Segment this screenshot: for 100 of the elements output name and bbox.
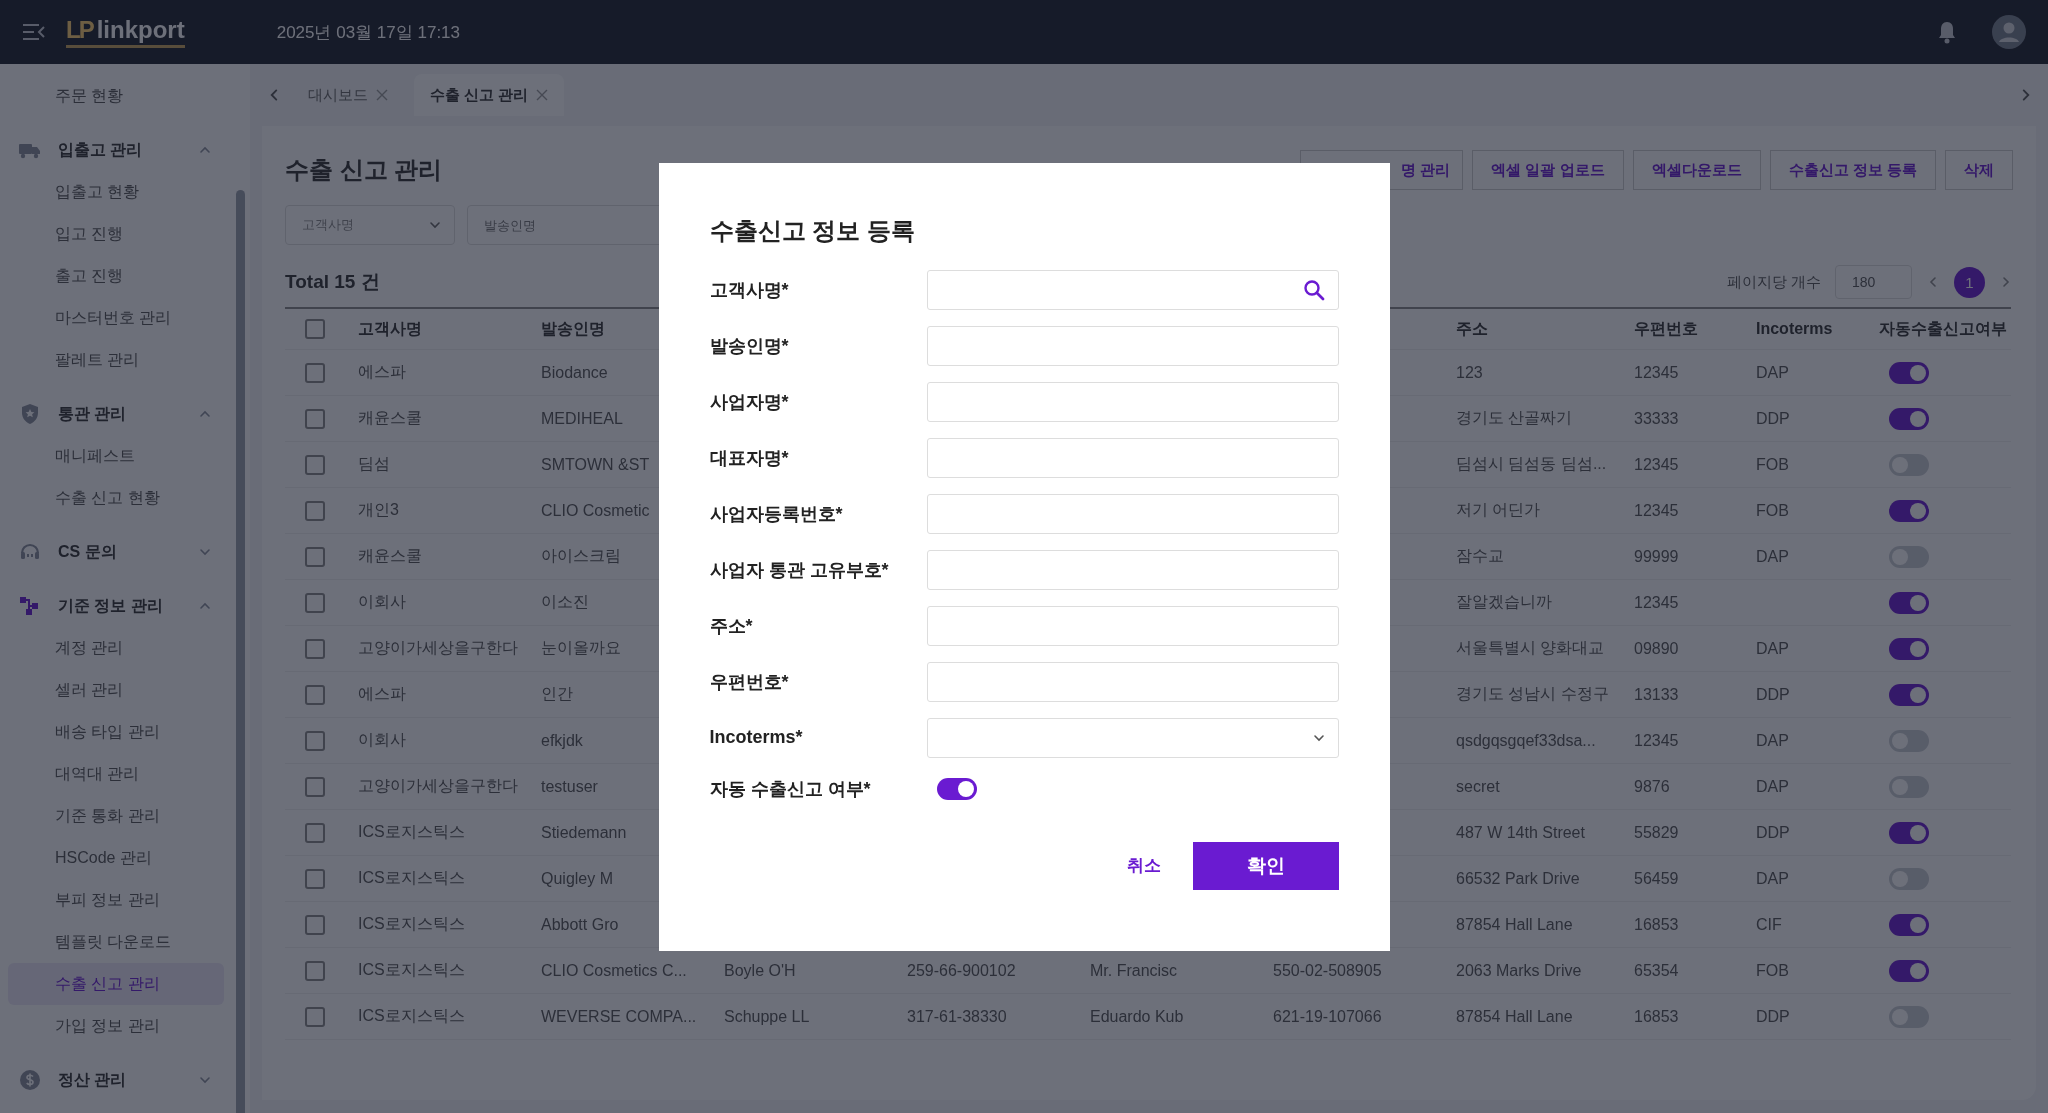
table-cell: 서울특별시 양화대교 [1456, 639, 1605, 656]
table-cell: 12345 [1634, 363, 1679, 381]
table-cell: 66532 Park Drive [1456, 869, 1580, 887]
table-cell: 고양이가세상을구한다 [358, 639, 518, 656]
logo-text: linkport [96, 16, 185, 44]
table-cell: 경기도 성남시 수정구 [1456, 685, 1609, 702]
table-cell: 에스파 [358, 363, 406, 380]
column-header: 주소 [1456, 319, 1488, 337]
table-cell: ICS로지스틱스 [358, 961, 465, 978]
table-cell: 487 W 14th Street [1456, 823, 1585, 841]
field-label: 주소* [709, 614, 754, 638]
table-cell: DDP [1756, 685, 1790, 703]
table-cell: DAP [1756, 639, 1789, 657]
table-cell: 550-02-508905 [1273, 961, 1382, 979]
table-cell: Biodance [541, 363, 608, 381]
logo-mark: LP [66, 16, 93, 44]
table-cell: 2063 Marks Drive [1456, 961, 1582, 979]
field-label: 우편번호* [709, 670, 790, 694]
table-cell: Schuppe LL [724, 1007, 810, 1025]
field-label: 고객사명* [709, 278, 790, 302]
table-cell: CLIO Cosmetics C... [541, 961, 687, 979]
table-cell: 캐윤스쿨 [358, 409, 422, 426]
field-label: 사업자 통관 고유부호* [709, 558, 890, 582]
table-cell: secret [1456, 777, 1500, 795]
table-cell: DAP [1756, 777, 1789, 795]
table-cell: SMTOWN &ST [541, 455, 650, 473]
table-cell: Mr. Francisc [1090, 961, 1178, 979]
table-cell: Boyle O'H [724, 961, 796, 979]
date-time: 2025년 03월 17일 17:13 [276, 21, 461, 44]
table-cell: DAP [1756, 363, 1789, 381]
field-label: 사업자명* [709, 390, 790, 414]
column-header: 자동수출신고여부 [1879, 319, 2007, 337]
table-cell: 16853 [1634, 915, 1679, 933]
total-count: Total 15 건 [285, 270, 380, 294]
table-cell: Abbott Gro [541, 915, 619, 933]
table-cell: 개인3 [358, 501, 399, 518]
table-cell: 87854 Hall Lane [1456, 1007, 1573, 1025]
table-cell: Quigley M [541, 869, 614, 887]
table-cell: 12345 [1634, 593, 1679, 611]
table-cell: 33333 [1634, 409, 1679, 427]
field-label: Incoterms* [709, 727, 804, 748]
table-cell: FOB [1756, 961, 1789, 979]
table-cell: 621-19-107066 [1273, 1007, 1382, 1025]
table-cell: Eduardo Kub [1090, 1007, 1184, 1025]
table-cell: FOB [1756, 501, 1789, 519]
table-cell: FOB [1756, 455, 1789, 473]
table-cell: 9876 [1634, 777, 1670, 795]
table-cell: 눈이올까요 [541, 639, 621, 656]
column-header: 발송인명 [541, 319, 605, 337]
table-cell: 이회사 [358, 731, 406, 748]
table-cell: 12345 [1634, 501, 1679, 519]
table-cell: MEDIHEAL [541, 409, 623, 427]
table-cell: 317-61-38330 [907, 1007, 1007, 1025]
table-cell: ICS로지스틱스 [358, 869, 465, 886]
table-cell: 259-66-900102 [907, 961, 1016, 979]
table-cell: 이소진 [541, 593, 589, 610]
table-cell: Stiedemann [541, 823, 627, 841]
field-label: 대표자명* [709, 446, 790, 470]
table-cell: testuser [541, 777, 598, 795]
table-cell: DAP [1756, 547, 1789, 565]
table-cell: DDP [1756, 409, 1790, 427]
table-cell: 99999 [1634, 547, 1679, 565]
table-cell: 이회사 [358, 593, 406, 610]
table-cell: 인간 [541, 685, 573, 702]
table-cell: qsdgqsgqef33dsa... [1456, 731, 1596, 749]
table-cell: DAP [1756, 869, 1789, 887]
page-title: 수출 신고 관리 [285, 155, 443, 185]
table-cell: 55829 [1634, 823, 1679, 841]
column-header: Incoterms [1756, 320, 1833, 337]
table-cell: 123 [1456, 363, 1483, 381]
table-cell: efkjdk [541, 731, 583, 749]
field-label: 발송인명* [709, 334, 790, 358]
table-cell: DDP [1756, 1007, 1790, 1025]
page-size-label: 페이지당 개수 [1726, 272, 1821, 292]
table-cell: 56459 [1634, 869, 1679, 887]
table-cell: CLIO Cosmetic [541, 501, 650, 519]
table-cell: 65354 [1634, 961, 1679, 979]
table-cell: DAP [1756, 731, 1789, 749]
table-cell: 12345 [1634, 455, 1679, 473]
table-cell: 16853 [1634, 1007, 1679, 1025]
column-header: 고객사명 [358, 319, 422, 337]
table-cell: DDP [1756, 823, 1790, 841]
table-cell: 09890 [1634, 639, 1679, 657]
table-cell: 경기도 산골짜기 [1456, 409, 1573, 426]
field-label: 사업자등록번호* [709, 502, 844, 526]
table-cell: 87854 Hall Lane [1456, 915, 1573, 933]
table-cell: 잠수교 [1456, 547, 1504, 564]
table-cell: 12345 [1634, 731, 1679, 749]
table-cell: 딤섬 [358, 455, 390, 472]
table-cell: CIF [1756, 915, 1782, 933]
table-cell: ICS로지스틱스 [358, 823, 465, 840]
column-header: 우편번호 [1634, 319, 1698, 337]
table-cell: 에스파 [358, 685, 406, 702]
table-cell: 저기 어딘가 [1456, 501, 1541, 518]
table-cell: 고양이가세상을구한다 [358, 777, 518, 794]
table-cell: 잘알겠습니까 [1456, 593, 1552, 610]
field-label: 자동 수출신고 여부* [709, 777, 872, 801]
table-cell: WEVERSE COMPA... [541, 1007, 697, 1025]
table-cell: 딤섬시 딤섬동 딤섬... [1456, 455, 1607, 472]
table-cell: ICS로지스틱스 [358, 1007, 465, 1024]
